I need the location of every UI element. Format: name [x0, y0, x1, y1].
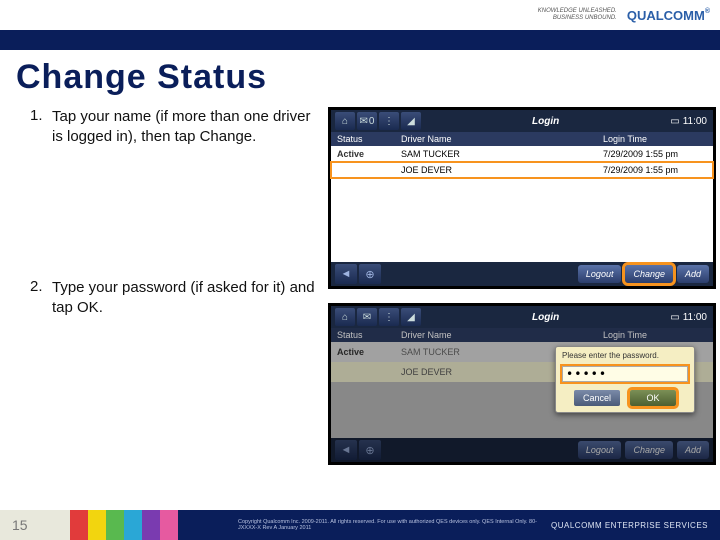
brand-tagline: KNOWLEDGE UNLEASHED. BUSINESS UNBOUND. [538, 8, 617, 21]
step-1: 1. Tap your name (if more than one drive… [30, 107, 320, 148]
step-2-number: 2. [30, 278, 52, 319]
modal-prompt: Please enter the password. [556, 347, 694, 364]
logout-button[interactable]: Logout [578, 265, 622, 283]
qualcomm-logo: QUALCOMM® [627, 8, 710, 23]
globe-icon: ⊕ [359, 440, 381, 460]
footer-mid: Copyright Qualcomm Inc. 2009-2011. All r… [70, 510, 539, 540]
device-bottom-bar-dimmed: ◄ ⊕ Logout Change Add [331, 438, 713, 462]
mail-icon[interactable]: ✉0 [357, 112, 377, 130]
footer: 15 Copyright Qualcomm Inc. 2009-2011. Al… [0, 510, 720, 540]
device-clock: ▭ 11:00 [670, 116, 713, 127]
home-icon[interactable]: ⌂ [335, 308, 355, 326]
home-icon[interactable]: ⌂ [335, 112, 355, 130]
password-input-highlighted[interactable]: ••••• [562, 366, 688, 382]
globe-icon[interactable]: ⊕ [359, 264, 381, 284]
device-title: Login [421, 312, 670, 323]
ok-button-highlighted[interactable]: OK [630, 390, 676, 406]
back-icon: ◄ [335, 440, 357, 460]
title-bar [0, 30, 720, 50]
tagline-line-1: KNOWLEDGE UNLEASHED. [538, 8, 617, 15]
logout-button: Logout [578, 441, 622, 459]
instruction-column: 1. Tap your name (if more than one drive… [30, 107, 320, 465]
table-header: Status Driver Name Login Time [331, 328, 713, 342]
col-login-time: Login Time [603, 134, 713, 144]
col-driver-name: Driver Name [401, 134, 603, 144]
step-1-text: Tap your name (if more than one driver i… [52, 107, 320, 148]
table-header: Status Driver Name Login Time [331, 132, 713, 146]
back-icon[interactable]: ◄ [335, 264, 357, 284]
device-screenshot-2: ⌂ ✉ ⋮ ◢ Login ▭ 11:00 Status Driver Name… [328, 303, 716, 465]
change-button-highlighted[interactable]: Change [625, 265, 673, 283]
driver-row-2-highlighted[interactable]: JOE DEVER 7/29/2009 1:55 pm [331, 162, 713, 178]
driver-row-1[interactable]: Active SAM TUCKER 7/29/2009 1:55 pm [331, 146, 713, 162]
device-clock: ▭ 11:00 [670, 312, 713, 323]
cancel-button[interactable]: Cancel [574, 390, 620, 406]
device-top-bar: ⌂ ✉0 ⋮ ◢ Login ▭ 11:00 [331, 110, 713, 132]
col-status: Status [331, 134, 401, 144]
wifi-icon[interactable]: ⋮ [379, 308, 399, 326]
device-body-empty [331, 178, 713, 262]
page-number: 15 [0, 510, 70, 540]
step-2: 2. Type your password (if asked for it) … [30, 278, 320, 319]
change-button: Change [625, 441, 673, 459]
page-title: Change Status [0, 50, 720, 103]
signal-icon[interactable]: ◢ [401, 308, 421, 326]
add-button: Add [677, 441, 709, 459]
brand-bar: KNOWLEDGE UNLEASHED. BUSINESS UNBOUND. Q… [0, 0, 720, 30]
device-bottom-bar: ◄ ⊕ Logout Change Add [331, 262, 713, 286]
footer-brand: QUALCOMM ENTERPRISE SERVICES [539, 510, 720, 540]
color-swatches [70, 510, 178, 540]
signal-icon[interactable]: ◢ [401, 112, 421, 130]
add-button[interactable]: Add [677, 265, 709, 283]
step-2-text: Type your password (if asked for it) and… [52, 278, 320, 319]
device-top-bar: ⌂ ✉ ⋮ ◢ Login ▭ 11:00 [331, 306, 713, 328]
step-1-number: 1. [30, 107, 52, 148]
device-body: Active SAM TUCKER 7/29/2009 1:55 pm JOE … [331, 342, 713, 438]
device-screenshot-1: ⌂ ✉0 ⋮ ◢ Login ▭ 11:00 Status Driver Nam… [328, 107, 716, 289]
password-modal: Please enter the password. ••••• Cancel … [555, 346, 695, 413]
wifi-icon[interactable]: ⋮ [379, 112, 399, 130]
mail-icon[interactable]: ✉ [357, 308, 377, 326]
footer-copyright: Copyright Qualcomm Inc. 2009-2011. All r… [178, 519, 539, 531]
device-title: Login [421, 116, 670, 127]
tagline-line-2: BUSINESS UNBOUND. [538, 15, 617, 22]
